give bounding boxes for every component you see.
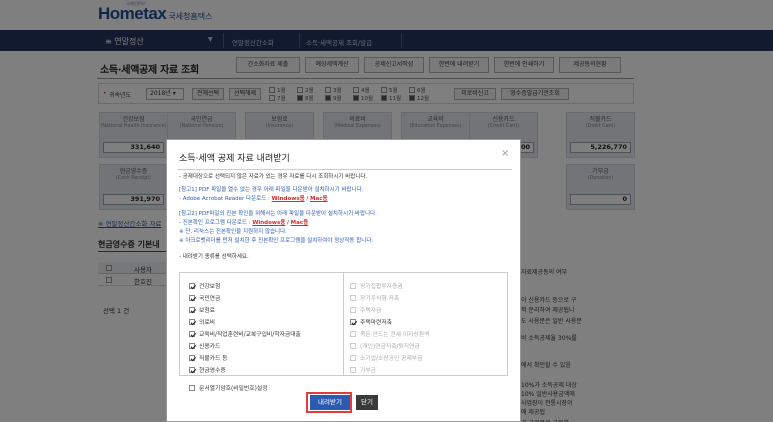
option-label: 국민연금	[199, 296, 221, 302]
adobe-download-label: - Adobe Acrobat Reader 다운로드 :	[179, 196, 270, 202]
verify-mac-link[interactable]: Mac용	[291, 220, 309, 226]
checkbox-icon	[350, 307, 356, 313]
option-label: (개인)연금저축/퇴직연금	[360, 344, 420, 350]
verify-download-label: - 진본확인 프로그램 다운로드 :	[179, 220, 251, 226]
download-option[interactable]: 주택마련저축	[350, 317, 392, 326]
option-label: 장기주식형 저축	[360, 296, 400, 302]
note2-linux: ※ 단, 리눅스는 진본확인을 지원하지 않습니다.	[179, 229, 287, 235]
close-icon[interactable]: ×	[501, 148, 509, 159]
close-button[interactable]: 닫기	[356, 395, 378, 410]
option-label: 주택마련저축	[360, 320, 392, 326]
note1-item: - Adobe Acrobat Reader 다운로드 : Windows용 /…	[179, 196, 328, 202]
verify-windows-link[interactable]: Windows용	[252, 220, 285, 226]
option-label: 보험료	[199, 308, 215, 314]
download-option: 소기업/소상공인 공제부금	[350, 353, 422, 362]
option-label: 소기업/소상공인 공제부금	[360, 356, 423, 362]
select-prompt: - 내려받기 종류를 선택하세요.	[179, 254, 249, 260]
download-option: 주택자금	[350, 305, 381, 314]
note2-item: - 진본확인 프로그램 다운로드 : Windows용 / Mac용	[179, 220, 309, 226]
download-option[interactable]: 의료비	[189, 317, 215, 326]
download-option: 목돈 안드는 전세 이자상환액	[350, 329, 430, 338]
download-option[interactable]: 보험료	[189, 305, 215, 314]
option-label: 직불카드 등	[199, 356, 228, 362]
note2-install-order: ※ 아크로벳리더를 먼저 설치한 후 진본확인 프로그램을 설치하여야 정상작동…	[179, 238, 374, 244]
password-option-label: 문서열기암호(비밀번호)설정	[199, 386, 268, 392]
download-option[interactable]: 현금영수증	[189, 365, 226, 374]
checkbox-icon[interactable]	[189, 295, 195, 301]
checkbox-icon[interactable]	[189, 331, 195, 337]
download-option[interactable]: 국민연금	[189, 293, 220, 302]
option-label: 장기집합투자증권	[360, 284, 403, 290]
adobe-mac-link[interactable]: Mac용	[310, 196, 328, 202]
option-label: 현금영수증	[199, 368, 226, 374]
download-option[interactable]: 건강보험	[189, 281, 220, 290]
option-label: 기부금	[360, 368, 376, 374]
option-label: 의료비	[199, 320, 215, 326]
checkbox-icon[interactable]	[189, 343, 195, 349]
checkbox-icon	[350, 355, 356, 361]
highlight-frame	[306, 392, 352, 413]
checkbox-icon	[350, 367, 356, 373]
download-dialog: 소득·세액 공제 자료 내려받기 × - 공제대상으로 선택되지 않은 자료가 …	[166, 139, 521, 422]
checkbox-icon	[350, 343, 356, 349]
checkbox-icon	[350, 295, 356, 301]
option-label: 신용카드	[199, 344, 221, 350]
checkbox-icon	[350, 283, 356, 289]
note2-title: [참고2] PDF파일의 진본 확인을 위해서는 아래 파일을 다운받아 설치하…	[179, 211, 377, 217]
download-option: (개인)연금저축/퇴직연금	[350, 341, 420, 350]
note1-title: [참고1] PDF 파일을 열수 없는 경우 아래 파일을 다운받아 설치하시기…	[179, 187, 364, 193]
download-option: 기부금	[350, 365, 376, 374]
download-option[interactable]: 교육비/직업훈련비/교복구입비/학자금대출	[189, 329, 301, 338]
checkbox-icon[interactable]	[189, 319, 195, 325]
divider	[177, 169, 512, 170]
notice-reselect: - 공제대상으로 선택되지 않은 자료가 있는 경우 자료를 다시 조회하시기 …	[179, 174, 368, 180]
dialog-title: 소득·세액 공제 자료 내려받기	[179, 154, 290, 164]
checkbox-icon[interactable]	[189, 355, 195, 361]
checkbox-icon[interactable]	[189, 367, 195, 373]
download-option[interactable]: 신용카드	[189, 341, 220, 350]
checkbox-icon[interactable]	[350, 319, 356, 325]
option-label: 교육비/직업훈련비/교복구입비/학자금대출	[199, 332, 301, 338]
option-label: 목돈 안드는 전세 이자상환액	[360, 332, 430, 338]
password-option[interactable]: 문서열기암호(비밀번호)설정	[189, 383, 268, 392]
checkbox-icon[interactable]	[189, 307, 195, 313]
download-option[interactable]: 직불카드 등	[189, 353, 228, 362]
checkbox-icon[interactable]	[189, 283, 195, 289]
download-option: 장기주식형 저축	[350, 293, 399, 302]
download-option: 장기집합투자증권	[350, 281, 403, 290]
divider	[343, 272, 344, 376]
option-label: 주택자금	[360, 308, 382, 314]
adobe-windows-link[interactable]: Windows용	[272, 196, 305, 202]
option-label: 건강보험	[199, 284, 221, 290]
checkbox-icon	[350, 331, 356, 337]
password-checkbox[interactable]	[189, 385, 195, 391]
